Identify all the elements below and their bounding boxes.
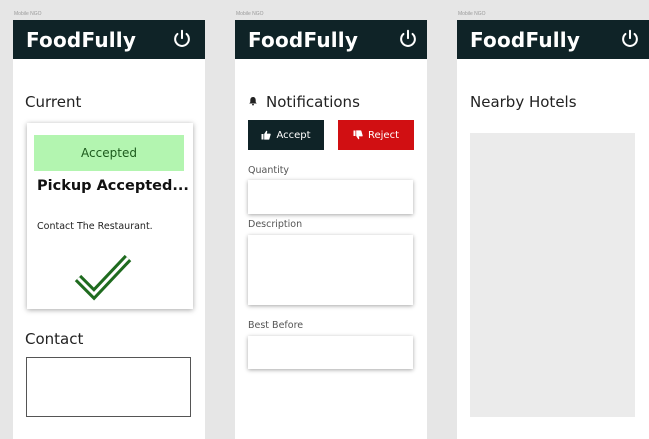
current-title: Current <box>25 93 82 111</box>
thumbs-up-icon <box>261 130 272 140</box>
description-label: Description <box>248 219 303 230</box>
accept-label: Accept <box>276 129 311 141</box>
pickup-title: Pickup Accepted... <box>37 178 189 194</box>
reject-button[interactable]: Reject <box>338 120 414 150</box>
pickup-instructions: Contact The Restaurant. <box>37 221 153 232</box>
frame-label-2: Mobile NGO <box>236 11 264 17</box>
app-bar: FoodFully <box>13 20 205 59</box>
description-input[interactable] <box>248 235 413 305</box>
contact-field[interactable] <box>26 357 191 417</box>
best-before-label: Best Before <box>248 320 304 331</box>
nearby-hotels-title: Nearby Hotels <box>470 93 577 111</box>
frame-label-3: Mobile NGO <box>458 11 486 17</box>
bell-icon <box>249 97 257 106</box>
design-canvas: Mobile NGO Mobile NGO Mobile NGO FoodFul… <box>0 0 649 439</box>
quantity-input[interactable] <box>248 180 413 214</box>
best-before-input[interactable] <box>248 336 413 369</box>
app-brand: FoodFully <box>26 28 137 52</box>
accepted-badge: Accepted <box>34 135 184 171</box>
app-bar: FoodFully <box>457 20 649 59</box>
reject-label: Reject <box>367 129 399 141</box>
app-brand: FoodFully <box>248 28 359 52</box>
pickup-status-card[interactable]: Accepted Pickup Accepted... Contact The … <box>27 123 193 309</box>
screen-notifications: FoodFully Notifications Accept Reject Qu… <box>235 20 427 439</box>
power-icon[interactable] <box>171 28 193 50</box>
contact-title: Contact <box>25 330 84 348</box>
quantity-label: Quantity <box>248 165 290 176</box>
app-bar: FoodFully <box>235 20 427 59</box>
screen-nearby-hotels: FoodFully Nearby Hotels <box>457 20 649 439</box>
power-icon[interactable] <box>619 28 641 50</box>
hotels-list-panel[interactable] <box>470 133 635 417</box>
thumbs-down-icon <box>353 130 363 140</box>
accept-button[interactable]: Accept <box>248 120 324 150</box>
notifications-title: Notifications <box>266 93 360 111</box>
checkmark-icon <box>74 254 132 301</box>
app-brand: FoodFully <box>470 28 581 52</box>
frame-label-1: Mobile NGO <box>14 11 42 17</box>
power-icon[interactable] <box>397 28 419 50</box>
screen-current: FoodFully Current Accepted Pickup Accept… <box>13 20 205 439</box>
